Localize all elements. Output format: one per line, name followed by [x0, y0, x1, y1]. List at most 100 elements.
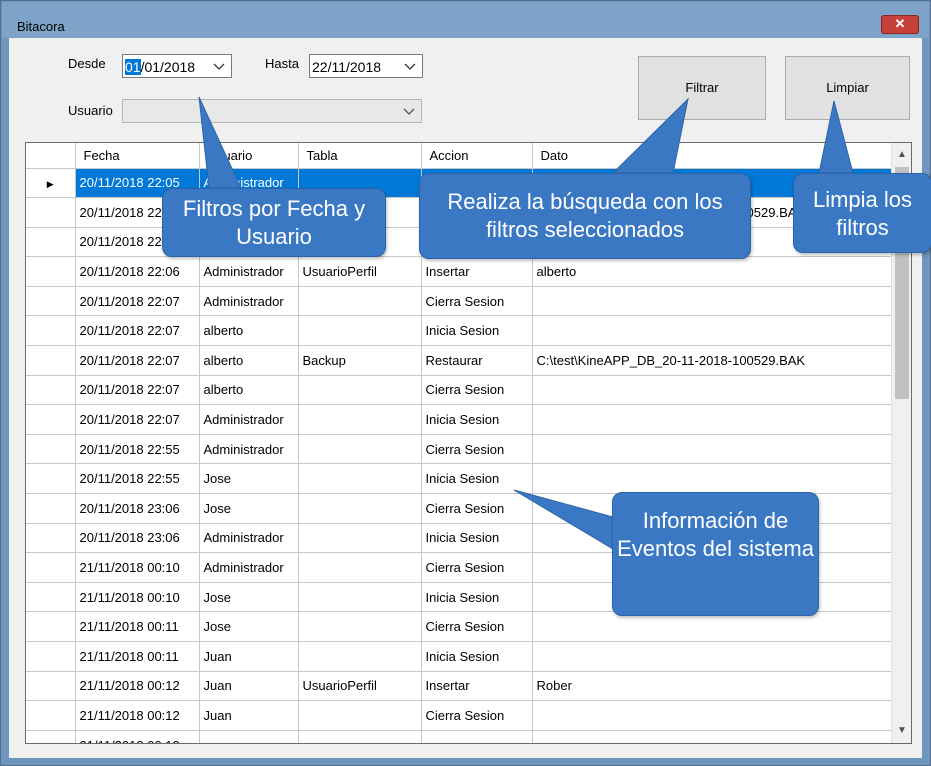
row-header[interactable] [26, 641, 76, 672]
cell-accion[interactable]: Restaurar [421, 345, 533, 376]
table-row[interactable]: 21/11/2018 00:12 Juan Cierra Sesion [26, 700, 891, 731]
scroll-down-icon[interactable]: ▼ [892, 721, 911, 741]
cell-dato[interactable] [532, 315, 891, 347]
cell-dato[interactable] [532, 375, 891, 406]
row-header[interactable] [26, 493, 76, 524]
row-header[interactable]: ▶ [26, 168, 76, 199]
column-header-fecha[interactable]: Fecha [75, 143, 200, 169]
cell-tabla[interactable] [298, 641, 422, 672]
cell-fecha[interactable]: 20/11/2018 22:55 [75, 463, 200, 495]
cell-dato[interactable] [532, 404, 891, 435]
cell-accion[interactable]: Inicia Sesion [421, 582, 533, 613]
cell-dato[interactable] [532, 463, 891, 495]
title-bar[interactable]: Bitacora ✕ [2, 2, 929, 38]
cell-tabla[interactable] [298, 611, 422, 642]
cell-tabla[interactable] [298, 523, 422, 554]
cell-tabla[interactable] [298, 434, 422, 465]
table-row[interactable]: 21/11/2018 00:11 Jose Cierra Sesion [26, 611, 891, 642]
cell-fecha[interactable]: 20/11/2018 23:06 [75, 523, 200, 554]
cell-usuario[interactable]: Administrador [199, 404, 299, 435]
cell-usuario[interactable]: Jose [199, 463, 299, 495]
cell-accion[interactable]: Cierra Sesion [421, 552, 533, 583]
cell-tabla[interactable]: UsuarioPerfil [298, 671, 422, 702]
cell-tabla[interactable] [298, 404, 422, 435]
cell-usuario[interactable]: Administrador [199, 552, 299, 583]
cell-tabla[interactable] [298, 286, 422, 317]
cell-fecha[interactable]: 20/11/2018 22:06 [75, 256, 200, 287]
cell-usuario[interactable]: Administrador [199, 256, 299, 287]
cell-accion[interactable]: Inicia Sesion [421, 404, 533, 435]
cell-dato[interactable]: Rober [532, 671, 891, 702]
cell-accion[interactable]: Inicia Sesion [421, 315, 533, 347]
cell-tabla[interactable] [298, 552, 422, 583]
cell-usuario[interactable]: alberto [199, 375, 299, 406]
cell-usuario[interactable]: Administrador [199, 523, 299, 554]
cell-fecha[interactable]: 20/11/2018 22:07 [75, 345, 200, 376]
cell-dato[interactable] [532, 286, 891, 317]
table-row[interactable]: 21/11/2018 00:13 [26, 730, 891, 743]
table-row[interactable]: 20/11/2018 22:06 Administrador UsuarioPerf… [26, 256, 891, 287]
table-row[interactable]: 20/11/2018 22:55 Administrador Cierra Sesi… [26, 434, 891, 465]
row-header[interactable] [26, 286, 76, 317]
cell-tabla[interactable] [298, 700, 422, 731]
hasta-date-picker[interactable]: 22/11/2018 [309, 54, 423, 78]
row-header[interactable] [26, 611, 76, 642]
cell-usuario[interactable]: Jose [199, 582, 299, 613]
cell-fecha[interactable]: 21/11/2018 00:11 [75, 641, 200, 672]
cell-accion[interactable]: Cierra Sesion [421, 700, 533, 731]
usuario-select[interactable] [122, 99, 422, 123]
row-header[interactable] [26, 582, 76, 613]
row-header[interactable] [26, 463, 76, 495]
cell-usuario[interactable]: alberto [199, 345, 299, 376]
column-header-dato[interactable]: Dato [532, 143, 891, 169]
cell-tabla[interactable] [298, 493, 422, 524]
row-header[interactable] [26, 671, 76, 702]
row-header[interactable] [26, 227, 76, 258]
cell-dato[interactable] [532, 641, 891, 672]
cell-fecha[interactable]: 20/11/2018 22:55 [75, 434, 200, 465]
filtrar-button[interactable]: Filtrar [638, 56, 766, 120]
cell-dato[interactable] [532, 434, 891, 465]
cell-tabla[interactable]: Backup [298, 345, 422, 376]
table-row[interactable]: 20/11/2018 22:07 Administrador Cierra Sesi… [26, 286, 891, 317]
cell-accion[interactable]: Inicia Sesion [421, 523, 533, 554]
cell-tabla[interactable]: UsuarioPerfil [298, 256, 422, 287]
cell-usuario[interactable]: Jose [199, 493, 299, 524]
cell-usuario[interactable] [199, 730, 299, 743]
cell-fecha[interactable]: 20/11/2018 23:06 [75, 493, 200, 524]
table-row[interactable]: 20/11/2018 22:07 alberto Inicia Sesion [26, 315, 891, 347]
cell-usuario[interactable]: Administrador [199, 286, 299, 317]
cell-accion[interactable]: Insertar [421, 671, 533, 702]
cell-usuario[interactable]: Juan [199, 641, 299, 672]
cell-fecha[interactable]: 21/11/2018 00:10 [75, 552, 200, 583]
table-row[interactable]: 21/11/2018 00:11 Juan Inicia Sesion [26, 641, 891, 672]
cell-fecha[interactable]: 21/11/2018 00:12 [75, 700, 200, 731]
cell-accion[interactable]: Cierra Sesion [421, 493, 533, 524]
column-header-accion[interactable]: Accion [421, 143, 533, 169]
desde-date-picker[interactable]: 01/01/2018 [122, 54, 232, 78]
cell-usuario[interactable]: alberto [199, 315, 299, 347]
row-header[interactable] [26, 404, 76, 435]
cell-tabla[interactable] [298, 315, 422, 347]
cell-tabla[interactable] [298, 730, 422, 743]
limpiar-button[interactable]: Limpiar [785, 56, 910, 120]
cell-tabla[interactable] [298, 463, 422, 495]
row-header[interactable] [26, 552, 76, 583]
scroll-up-icon[interactable]: ▲ [892, 145, 911, 165]
table-row[interactable]: 20/11/2018 22:07 alberto Backup Restaurar C:… [26, 345, 891, 376]
cell-dato[interactable]: C:\test\KineAPP_DB_20-11-2018-100529.BAK [532, 345, 891, 376]
cell-fecha[interactable]: 20/11/2018 22:07 [75, 375, 200, 406]
row-header[interactable] [26, 375, 76, 406]
cell-dato[interactable] [532, 611, 891, 642]
cell-fecha[interactable]: 21/11/2018 00:13 [75, 730, 200, 743]
row-header[interactable] [26, 315, 76, 347]
table-row[interactable]: 20/11/2018 22:07 Administrador Inicia Sesi… [26, 404, 891, 435]
cell-fecha[interactable]: 21/11/2018 00:11 [75, 611, 200, 642]
cell-fecha[interactable]: 20/11/2018 22:07 [75, 286, 200, 317]
cell-usuario[interactable]: Juan [199, 671, 299, 702]
row-header[interactable] [26, 523, 76, 554]
row-header[interactable] [26, 256, 76, 287]
row-header[interactable] [26, 730, 76, 743]
cell-tabla[interactable] [298, 375, 422, 406]
cell-accion[interactable]: Cierra Sesion [421, 375, 533, 406]
